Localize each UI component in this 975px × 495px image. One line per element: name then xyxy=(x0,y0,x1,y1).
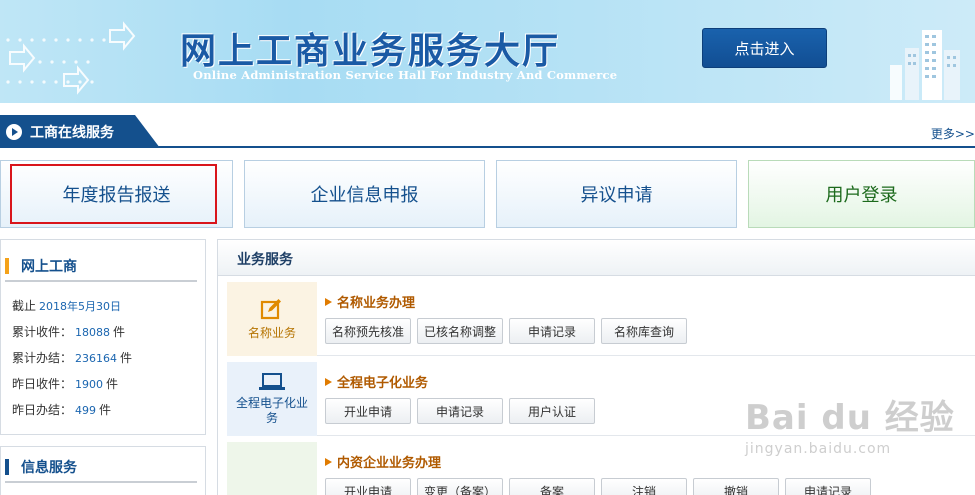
header-banner: 网上工商业务服务大厅 Online Administration Service… xyxy=(0,0,975,103)
panel-header: 信息服务 xyxy=(5,453,197,483)
cancel-registration-button[interactable]: 注销 xyxy=(601,478,687,495)
panel-header: 业务服务 xyxy=(218,240,975,276)
service-content: 名称业务办理 名称预先核准 已核名称调整 申请记录 名称库查询 xyxy=(317,282,975,356)
panel-title: 业务服务 xyxy=(237,252,293,268)
service-row-domestic: 内资企业业务办理 开业申请 变更（备案） 备案 注销 撤销 申请记录 xyxy=(227,442,975,495)
service-title[interactable]: 全程电子化业务 xyxy=(325,372,428,391)
open-apply-button[interactable]: 开业申请 xyxy=(325,478,411,495)
info-service-panel: 信息服务 xyxy=(0,446,206,495)
stat-total-received: 累计收件： 18088 件 xyxy=(12,325,126,339)
arrow-right-icon xyxy=(325,457,332,466)
name-preapproval-button[interactable]: 名称预先核准 xyxy=(325,318,411,344)
tile-label: 全程电子化业务 xyxy=(235,396,308,425)
open-apply-button[interactable]: 开业申请 xyxy=(325,398,411,424)
stat-yesterday-received: 昨日收件： 1900 件 xyxy=(12,377,119,391)
service-title[interactable]: 内资企业业务办理 xyxy=(325,452,441,471)
service-row-electronic: 全程电子化业务 全程电子化业务 开业申请 申请记录 用户认证 xyxy=(227,362,975,436)
service-buttons: 开业申请 变更（备案） 备案 注销 撤销 申请记录 xyxy=(325,478,871,495)
accent-bar xyxy=(5,459,9,475)
service-content: 内资企业业务办理 开业申请 变更（备案） 备案 注销 撤销 申请记录 xyxy=(317,442,975,495)
domestic-business-tile[interactable] xyxy=(227,442,317,495)
section-title: 工商在线服务 xyxy=(30,124,114,141)
stat-total-completed: 累计办结： 236164 件 xyxy=(12,351,133,365)
panel-header: 网上工商 xyxy=(5,252,197,282)
name-business-tile[interactable]: 名称业务 xyxy=(227,282,317,356)
stat-yesterday-completed: 昨日办结： 499 件 xyxy=(12,403,112,417)
user-auth-button[interactable]: 用户认证 xyxy=(509,398,595,424)
laptop-icon xyxy=(259,373,285,390)
tile-label: 名称业务 xyxy=(247,325,296,340)
arrow-right-icon xyxy=(325,297,332,306)
buildings-icon xyxy=(890,30,960,100)
panel-title[interactable]: 信息服务 xyxy=(21,457,77,477)
apply-record-button[interactable]: 申请记录 xyxy=(509,318,595,344)
name-query-button[interactable]: 名称库查询 xyxy=(601,318,687,344)
user-login-label: 用户登录 xyxy=(825,185,898,206)
service-buttons: 开业申请 申请记录 用户认证 xyxy=(325,398,595,424)
service-buttons: 名称预先核准 已核名称调整 申请记录 名称库查询 xyxy=(325,318,687,344)
decorative-arrows-icon xyxy=(6,21,136,95)
section-bar: 工商在线服务 更多>> xyxy=(0,115,975,148)
edit-icon xyxy=(260,298,281,319)
service-content: 全程电子化业务 开业申请 申请记录 用户认证 xyxy=(317,362,975,436)
user-login-button[interactable]: 用户登录 xyxy=(748,160,975,228)
apply-record-button[interactable]: 申请记录 xyxy=(417,398,503,424)
enterprise-info-button[interactable]: 企业信息申报 xyxy=(244,160,485,228)
panel-title: 网上工商 xyxy=(21,259,77,275)
section-tab: 工商在线服务 xyxy=(0,115,160,148)
enterprise-info-label: 企业信息申报 xyxy=(310,185,419,206)
accent-bar xyxy=(5,258,9,274)
filing-button[interactable]: 备案 xyxy=(509,478,595,495)
online-business-panel: 网上工商 截止 2018年5月30日 累计收件： 18088 件 累计办结： 23616… xyxy=(0,239,206,435)
banner-subtitle: Online Administration Service Hall For I… xyxy=(193,68,618,82)
arrow-right-icon xyxy=(325,377,332,386)
objection-label: 异议申请 xyxy=(580,185,653,206)
selection-highlight xyxy=(10,164,217,224)
objection-button[interactable]: 异议申请 xyxy=(496,160,737,228)
name-adjust-button[interactable]: 已核名称调整 xyxy=(417,318,503,344)
service-title[interactable]: 名称业务办理 xyxy=(325,292,415,311)
more-link[interactable]: 更多>> xyxy=(931,125,975,142)
service-row-name: 名称业务 名称业务办理 名称预先核准 已核名称调整 申请记录 名称库查询 xyxy=(227,282,975,356)
stat-deadline: 截止 2018年5月30日 xyxy=(12,299,122,313)
revoke-button[interactable]: 撤销 xyxy=(693,478,779,495)
electronic-business-tile[interactable]: 全程电子化业务 xyxy=(227,362,317,436)
play-circle-icon xyxy=(6,123,22,140)
change-record-button[interactable]: 变更（备案） xyxy=(417,478,503,495)
apply-record-button[interactable]: 申请记录 xyxy=(785,478,871,495)
annual-report-button[interactable]: 年度报告报送 xyxy=(0,160,233,228)
banner-title: 网上工商业务服务大厅 xyxy=(180,30,561,72)
enter-button[interactable]: 点击进入 xyxy=(702,28,827,68)
